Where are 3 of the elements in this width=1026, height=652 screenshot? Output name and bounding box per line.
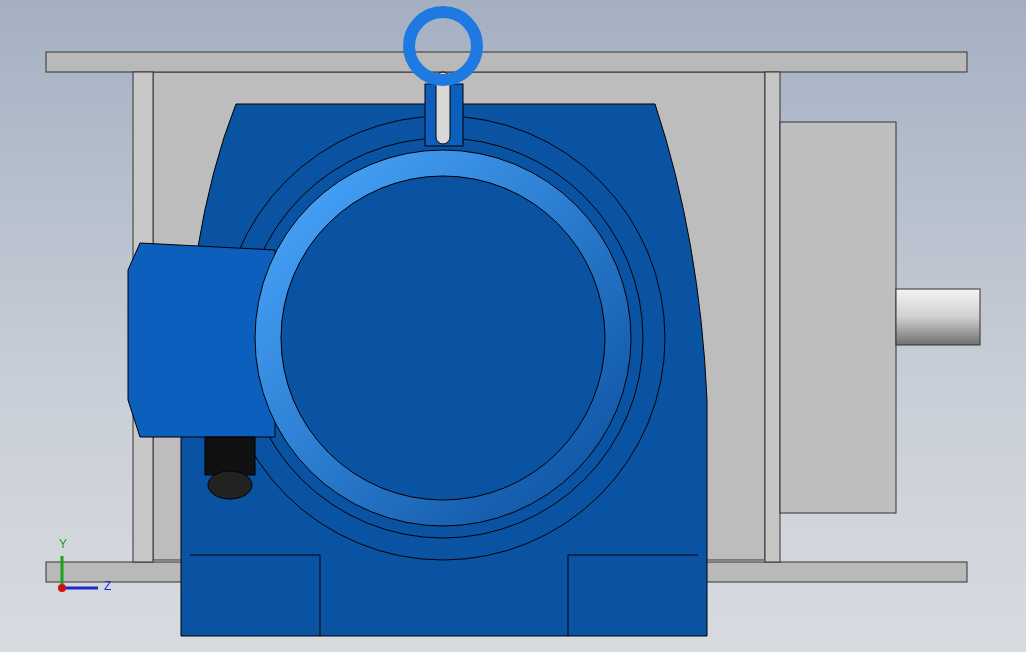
axis-triad-icon xyxy=(58,556,98,592)
axis-label: Z xyxy=(104,579,112,593)
axis-label: Y xyxy=(59,537,67,551)
